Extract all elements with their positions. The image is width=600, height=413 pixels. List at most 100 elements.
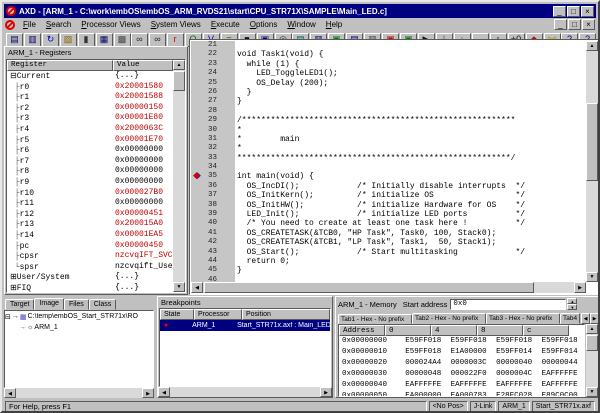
open-file-button[interactable]: ▨ [60,33,77,47]
menu-search[interactable]: Search [41,19,76,30]
mdi-minimize-button[interactable]: _ [554,19,567,30]
scroll-right-icon[interactable]: ▶ [320,387,332,397]
tab-files[interactable]: Files [64,299,89,310]
code-line[interactable]: 21 [191,41,586,50]
register-row[interactable]: ├r20x00000150 [7,103,173,114]
memory-row[interactable]: 0x00000000E59FF018E59FF018E59FF018E59FF0… [339,336,584,347]
register-row[interactable]: ├r120x00000451 [7,209,173,220]
memory-row[interactable]: 0x0000003000000048000022F00000004CEAFFFF… [339,369,584,380]
find-prev-button[interactable]: ∞ [149,33,166,47]
code-line[interactable]: 30* [191,126,586,135]
scrollbar-thumb[interactable] [204,282,534,293]
menu-processor-views[interactable]: Processor Views [76,19,145,30]
tree-expander-icon[interactable]: ⊞ [10,272,17,281]
code-line[interactable]: 27} [191,97,586,106]
tree-expander-icon[interactable]: ⊞ [10,283,17,292]
find-next-button[interactable]: ∞ [131,33,148,47]
register-row[interactable]: ├r70x00000000 [7,156,173,167]
registers-window-button[interactable]: r [167,33,184,47]
register-row[interactable]: ├r30x00001E80 [7,113,173,124]
scrollbar-thumb[interactable] [586,103,598,181]
scroll-left-icon[interactable]: ◀ [158,387,170,397]
code-line[interactable]: 29/*************************************… [191,116,586,125]
register-row[interactable]: ├cpsrnzcvqIFT_SVC [7,251,173,262]
registers-scrollbar[interactable]: ▲ ▼ [173,60,185,292]
scroll-down-icon[interactable]: ▼ [173,282,185,292]
flash-download-button[interactable]: ▮ [78,33,95,47]
menu-execute[interactable]: Execute [206,19,245,30]
code-line[interactable]: 26 } [191,88,586,97]
memory-row[interactable]: 0x00000020000024A40000003C00000040000000… [339,358,584,369]
register-row[interactable]: ├r100x000027B0 [7,188,173,199]
refresh-button[interactable]: ↻ [42,33,59,47]
tree-row-image-root[interactable]: ⊟ → ▦ C:\temp\embOS_Start_STR71x\RO [5,311,153,322]
code-line[interactable]: 42 OS_CREATETASK(&TCB1, "LP Task", Task1… [191,238,586,247]
document-icon[interactable] [5,20,15,30]
memory-scrollbar[interactable]: ▲ ▼ [586,324,598,397]
register-row[interactable]: ├pc0x00000450 [7,241,173,252]
editor-vertical-scrollbar[interactable]: ▲ ▼ [586,41,598,282]
menu-help[interactable]: Help [321,19,347,30]
tab-image[interactable]: Image [34,298,63,310]
code-line[interactable]: 40 /* You need to create at least one ta… [191,219,586,228]
value-column-header[interactable]: Value [113,60,173,71]
files-panel-scrollbar[interactable]: ◀ ▶ [4,388,154,398]
code-line[interactable]: 31* main [191,135,586,144]
code-line[interactable]: 41 OS_CREATETASK(&TCB0, "HP Task", Task0… [191,229,586,238]
memory-column-header[interactable]: 0 [385,325,431,336]
paste-button[interactable]: ▩ [114,33,131,47]
breakpoint-marker-icon[interactable]: ◆ [193,171,200,180]
tree-row-processor[interactable]: → ☼ ARM_1 [5,322,153,333]
code-line[interactable]: 34 [191,163,586,172]
register-column-header[interactable]: Register [7,60,113,71]
memory-row[interactable]: 0x00000010E59FF018E1A00000E59FF014E59FF0… [339,347,584,358]
scrollbar-thumb[interactable] [586,335,598,351]
register-row[interactable]: ├r10x20001588 [7,92,173,103]
menu-system-views[interactable]: System Views [146,19,206,30]
code-line[interactable]: 25 OS_Delay (200); [191,79,586,88]
scroll-right-icon[interactable]: ▶ [574,282,586,293]
memory-tab-2[interactable]: Tab2 - Hex - No prefix [412,313,486,324]
memory-column-header[interactable]: c [523,325,569,336]
register-row[interactable]: ├r110x00000000 [7,198,173,209]
memory-column-header[interactable]: 8 [477,325,523,336]
tab-class[interactable]: Class [89,299,117,310]
register-row[interactable]: ├r130x200015A0 [7,219,173,230]
register-row[interactable]: ├r80x00000000 [7,166,173,177]
register-row[interactable]: ⊟Current{...} [7,71,173,82]
reload-image-button[interactable]: ▥ [24,33,41,47]
code-line[interactable]: 33**************************************… [191,154,586,163]
memory-tab-3[interactable]: Tab3 - Hex - No prefix [486,313,560,324]
scroll-left-icon[interactable]: ◀ [191,282,203,293]
scroll-left-icon[interactable]: ◀ [4,388,16,398]
memory-column-header[interactable]: 4 [431,325,477,336]
code-line[interactable]: 38 OS_InitHW(); /* initialize Hardware f… [191,201,586,210]
scrollbar-thumb[interactable] [173,71,185,91]
tab-scroll-left-icon[interactable]: ◀ [581,313,590,324]
tab-scroll-right-icon[interactable]: ▶ [590,313,599,324]
menu-file[interactable]: File [18,19,41,30]
register-row[interactable]: ├r90x00000000 [7,177,173,188]
scroll-up-icon[interactable]: ▲ [586,41,598,51]
state-column-header[interactable]: State [160,309,194,320]
memory-row[interactable]: 0x00000040EAFFFFFEEAFFFFFEEAFFFFFEEAFFFF… [339,380,584,391]
scroll-up-icon[interactable]: ▲ [586,324,598,334]
mdi-close-button[interactable]: × [582,19,595,30]
register-row[interactable]: ├r50x00001E70 [7,135,173,146]
code-line[interactable]: 23 while (1) { [191,60,586,69]
code-line[interactable]: 36 OS_IncDI(); /* Initially disable inte… [191,182,586,191]
mdi-restore-button[interactable]: □ [568,19,581,30]
scroll-down-icon[interactable]: ▼ [586,272,598,282]
scroll-right-icon[interactable]: ▶ [142,388,154,398]
save-session-button[interactable]: ▦ [96,33,113,47]
spin-down-icon[interactable]: ▼ [567,304,577,310]
memory-column-header[interactable]: Address [339,325,385,336]
tree-expander-icon[interactable]: ⊟ [10,71,17,80]
editor-horizontal-scrollbar[interactable]: ◀ ▶ [191,282,586,293]
memory-row[interactable]: 0x00000050EA000000EA000783E28FC028E89C0C… [339,391,584,397]
breakpoints-scrollbar[interactable]: ◀ ▶ [158,387,332,397]
scroll-up-icon[interactable]: ▲ [173,60,185,70]
register-row[interactable]: ⊞FIQ{...} [7,283,173,293]
code-line[interactable]: 39 LED_Init(); /* initialize LED ports *… [191,210,586,219]
axd-app-icon[interactable] [6,6,16,16]
